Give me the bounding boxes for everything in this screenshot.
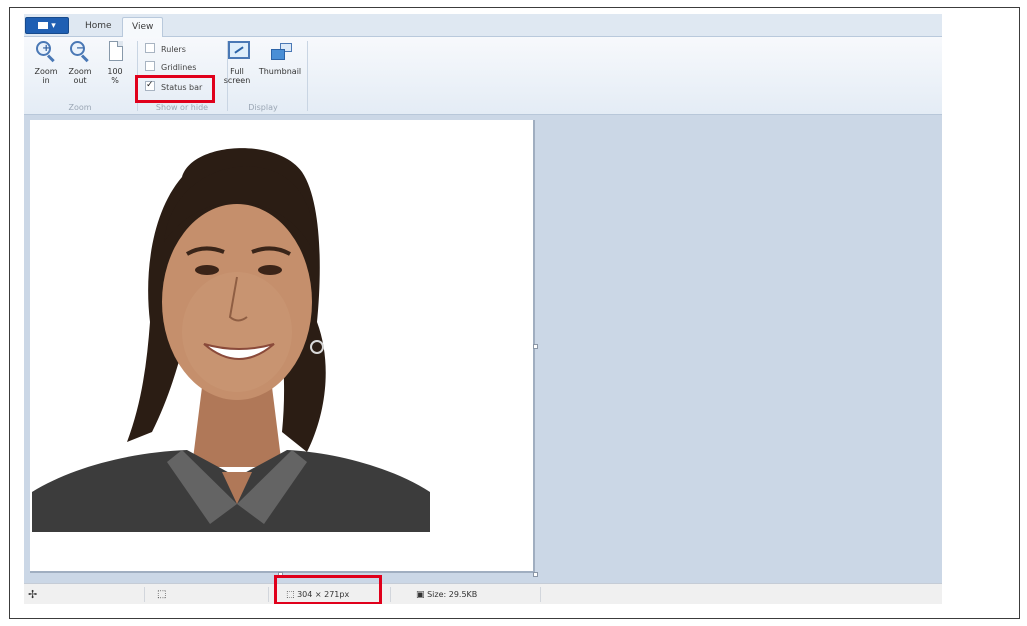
display-group: Full screen Thumbnail Display — [220, 37, 306, 114]
file-size-text: Size: 29.5KB — [427, 590, 478, 599]
full-screen-button[interactable]: Full screen — [223, 41, 251, 85]
status-bar: ✢ ⬚ ⬚ 304 × 271px ▣ Size: 29.5KB — [24, 583, 942, 604]
show-hide-group-label: Show or hide — [155, 103, 209, 112]
zoom-out-label-1: Zoom — [68, 67, 92, 76]
zoom-out-label-2: out — [73, 76, 87, 85]
selection-size-icon: ⬚ — [157, 589, 167, 600]
canvas-workspace — [24, 115, 942, 583]
zoom-group-label: Zoom — [68, 103, 92, 112]
status-divider — [144, 587, 145, 602]
full-screen-icon — [226, 41, 250, 65]
zoom-100-button[interactable]: 100 % — [102, 41, 128, 85]
zoom-out-button[interactable]: − Zoom out — [67, 41, 93, 85]
rulers-label: Rulers — [161, 45, 186, 54]
drawing-canvas[interactable] — [30, 120, 538, 577]
zoom-out-icon: − — [69, 41, 91, 65]
zoom-group: + Zoom in − Zoom out 100 % Zoom — [24, 37, 136, 114]
thumbnail-button[interactable]: Thumbnail — [258, 41, 302, 76]
zoom-in-button[interactable]: + Zoom in — [33, 41, 59, 85]
dimensions-highlight — [274, 575, 382, 604]
rulers-checkbox-box[interactable] — [145, 43, 155, 53]
display-group-label: Display — [248, 103, 278, 112]
tab-view[interactable]: View — [122, 17, 164, 38]
full-screen-label-2: screen — [223, 76, 251, 85]
zoom-100-label-1: 100 — [107, 67, 123, 76]
portrait-image — [32, 132, 432, 532]
gridlines-checkbox-box[interactable] — [145, 61, 155, 71]
zoom-in-label-1: Zoom — [34, 67, 58, 76]
zoom-100-label-2: % — [111, 76, 119, 85]
file-size: ▣ Size: 29.5KB — [416, 584, 477, 604]
file-menu-icon — [38, 22, 49, 29]
zoom-in-icon: + — [35, 41, 57, 65]
file-menu-button[interactable]: ▾ — [25, 17, 69, 34]
thumbnail-label: Thumbnail — [258, 67, 302, 76]
rulers-checkbox[interactable]: Rulers — [145, 43, 186, 55]
ribbon-tab-bar: ▾ Home View — [24, 14, 942, 38]
paint-window: ▾ Home View + Zoom in − Zoom out 100 % Z… — [24, 14, 942, 604]
gridlines-checkbox[interactable]: Gridlines — [145, 61, 196, 73]
disk-icon: ▣ — [416, 590, 425, 600]
thumbnail-icon — [266, 41, 294, 65]
crosshair-move-icon: ✢ — [28, 588, 38, 601]
status-bar-checkbox-highlight — [135, 75, 215, 103]
canvas-resize-handle-right[interactable] — [533, 344, 538, 349]
tab-home[interactable]: Home — [76, 17, 121, 36]
group-divider — [307, 41, 308, 111]
full-screen-label-1: Full — [230, 67, 244, 76]
canvas-resize-handle-corner[interactable] — [533, 572, 538, 577]
status-divider — [268, 587, 269, 602]
zoom-in-label-2: in — [42, 76, 50, 85]
file-menu-arrow-icon: ▾ — [51, 21, 56, 31]
status-divider — [540, 587, 541, 602]
gridlines-label: Gridlines — [161, 63, 197, 72]
page-icon — [104, 41, 126, 65]
status-divider — [390, 587, 391, 602]
